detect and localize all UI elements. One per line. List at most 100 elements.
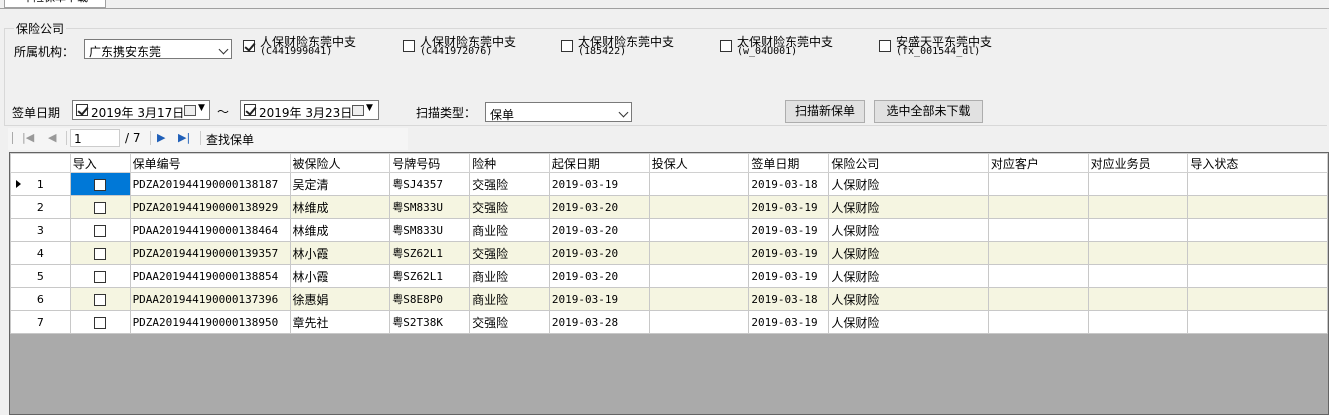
plate-cell[interactable]: 粤SJ4357 [389, 172, 471, 196]
plate-cell[interactable]: 粤SZ62L1 [389, 241, 471, 265]
position-input[interactable]: 1 [70, 129, 120, 147]
move-next-icon[interactable]: ▶ [157, 131, 165, 144]
table-row[interactable]: 7 PDZA201944190000138950 章先社 粤S2T38K 交强险… [10, 310, 1328, 334]
date-to-checkbox[interactable] [244, 104, 256, 116]
insured-cell[interactable]: 徐惠娟 [289, 287, 391, 311]
policy-no-cell[interactable]: PDZA201944190000138929 [129, 195, 291, 219]
import-cell[interactable] [69, 195, 131, 219]
row-header[interactable]: 1 [10, 172, 71, 196]
col-header[interactable]: 号牌号码 [389, 153, 471, 173]
insurer-checkbox-4[interactable] [720, 40, 732, 52]
col-header[interactable]: 起保日期 [548, 153, 650, 173]
sign-date-cell[interactable]: 2019-03-18 [748, 287, 830, 311]
col-header[interactable]: 被保险人 [289, 153, 391, 173]
sign-date-cell[interactable]: 2019-03-19 [748, 241, 830, 265]
insured-cell[interactable]: 吴定清 [289, 172, 391, 196]
plate-cell[interactable]: 粤SM833U [389, 218, 471, 242]
col-header[interactable]: 对应业务员 [1087, 153, 1189, 173]
scan-new-policy-button[interactable]: 扫描新保单 [785, 100, 865, 123]
table-row[interactable]: 4 PDZA201944190000139357 林小霞 粤SZ62L1 交强险… [10, 241, 1328, 265]
col-header[interactable]: 导入状态 [1187, 153, 1328, 173]
company-cell[interactable]: 人保财险 [828, 172, 989, 196]
insured-cell[interactable]: 林维成 [289, 195, 391, 219]
status-cell[interactable] [1187, 218, 1328, 242]
sign-date-cell[interactable]: 2019-03-19 [748, 195, 830, 219]
agent-cell[interactable] [1087, 264, 1189, 288]
insurer-checkbox-2[interactable] [403, 40, 415, 52]
date-from-picker[interactable]: 2019年 3月17日 ▼ [72, 100, 210, 120]
import-cell[interactable] [69, 287, 131, 311]
import-cell[interactable] [69, 241, 131, 265]
import-checkbox[interactable] [94, 270, 107, 283]
plate-cell[interactable]: 粤S2T38K [389, 310, 471, 334]
row-header[interactable]: 4 [10, 241, 71, 265]
table-row[interactable]: 3 PDAA201944190000138464 林维成 粤SM833U 商业险… [10, 218, 1328, 242]
corner-header[interactable] [10, 153, 71, 173]
insurer-checkbox-3[interactable] [561, 40, 573, 52]
start-date-cell[interactable]: 2019-03-28 [548, 310, 650, 334]
import-checkbox[interactable] [94, 178, 107, 191]
company-cell[interactable]: 人保财险 [828, 287, 989, 311]
table-row[interactable]: 6 PDAA201944190000137396 徐惠娟 粤S8E8P0 商业险… [10, 287, 1328, 311]
policy-no-cell[interactable]: PDZA201944190000138950 [129, 310, 291, 334]
policy-no-cell[interactable]: PDZA201944190000138187 [129, 172, 291, 196]
sign-date-cell[interactable]: 2019-03-19 [748, 310, 830, 334]
customer-cell[interactable] [987, 195, 1089, 219]
start-date-cell[interactable]: 2019-03-20 [548, 264, 650, 288]
import-checkbox[interactable] [94, 247, 107, 260]
import-cell[interactable] [69, 172, 131, 196]
row-header[interactable]: 7 [10, 310, 71, 334]
col-header[interactable]: 导入 [69, 153, 131, 173]
col-header[interactable]: 保险公司 [828, 153, 989, 173]
import-checkbox[interactable] [94, 316, 107, 329]
col-header[interactable]: 对应客户 [987, 153, 1089, 173]
status-cell[interactable] [1187, 264, 1328, 288]
status-cell[interactable] [1187, 310, 1328, 334]
company-cell[interactable]: 人保财险 [828, 218, 989, 242]
insured-cell[interactable]: 林小霞 [289, 241, 391, 265]
move-first-icon[interactable]: |◀ [22, 131, 34, 144]
row-header[interactable]: 6 [10, 287, 71, 311]
start-date-cell[interactable]: 2019-03-19 [548, 172, 650, 196]
row-header[interactable]: 3 [10, 218, 71, 242]
agent-cell[interactable] [1087, 195, 1189, 219]
agent-cell[interactable] [1087, 241, 1189, 265]
insurance-type-cell[interactable]: 商业险 [469, 264, 550, 288]
import-cell[interactable] [69, 310, 131, 334]
insurer-checkbox-5[interactable] [879, 40, 891, 52]
customer-cell[interactable] [987, 264, 1089, 288]
customer-cell[interactable] [987, 310, 1089, 334]
company-cell[interactable]: 人保财险 [828, 264, 989, 288]
start-date-cell[interactable]: 2019-03-20 [548, 195, 650, 219]
agent-cell[interactable] [1087, 218, 1189, 242]
company-cell[interactable]: 人保财险 [828, 310, 989, 334]
status-cell[interactable] [1187, 241, 1328, 265]
holder-cell[interactable] [648, 287, 750, 311]
calendar-icon[interactable] [184, 105, 196, 116]
start-date-cell[interactable]: 2019-03-19 [548, 287, 650, 311]
table-row[interactable]: 2 PDZA201944190000138929 林维成 粤SM833U 交强险… [10, 195, 1328, 219]
insured-cell[interactable]: 章先社 [289, 310, 391, 334]
agent-cell[interactable] [1087, 310, 1189, 334]
sign-date-cell[interactable]: 2019-03-18 [748, 172, 830, 196]
holder-cell[interactable] [648, 218, 750, 242]
date-to-picker[interactable]: 2019年 3月23日 ▼ [240, 100, 379, 120]
status-cell[interactable] [1187, 287, 1328, 311]
col-header[interactable]: 险种 [469, 153, 550, 173]
plate-cell[interactable]: 粤SZ62L1 [389, 264, 471, 288]
move-last-icon[interactable]: ▶| [178, 131, 190, 144]
insured-cell[interactable]: 林维成 [289, 218, 391, 242]
import-cell[interactable] [69, 218, 131, 242]
tab-policy-download[interactable]: 车险保单下载 [4, 0, 106, 8]
find-policy-button[interactable]: 查找保单 [206, 131, 254, 148]
col-header[interactable]: 投保人 [648, 153, 750, 173]
status-cell[interactable] [1187, 172, 1328, 196]
sign-date-cell[interactable]: 2019-03-19 [748, 264, 830, 288]
col-header[interactable]: 签单日期 [748, 153, 830, 173]
holder-cell[interactable] [648, 241, 750, 265]
company-cell[interactable]: 人保财险 [828, 241, 989, 265]
import-checkbox[interactable] [94, 224, 107, 237]
calendar-icon[interactable] [352, 105, 364, 116]
table-row[interactable]: 1 PDZA201944190000138187 吴定清 粤SJ4357 交强险… [10, 172, 1328, 196]
insurance-type-cell[interactable]: 交强险 [469, 172, 550, 196]
